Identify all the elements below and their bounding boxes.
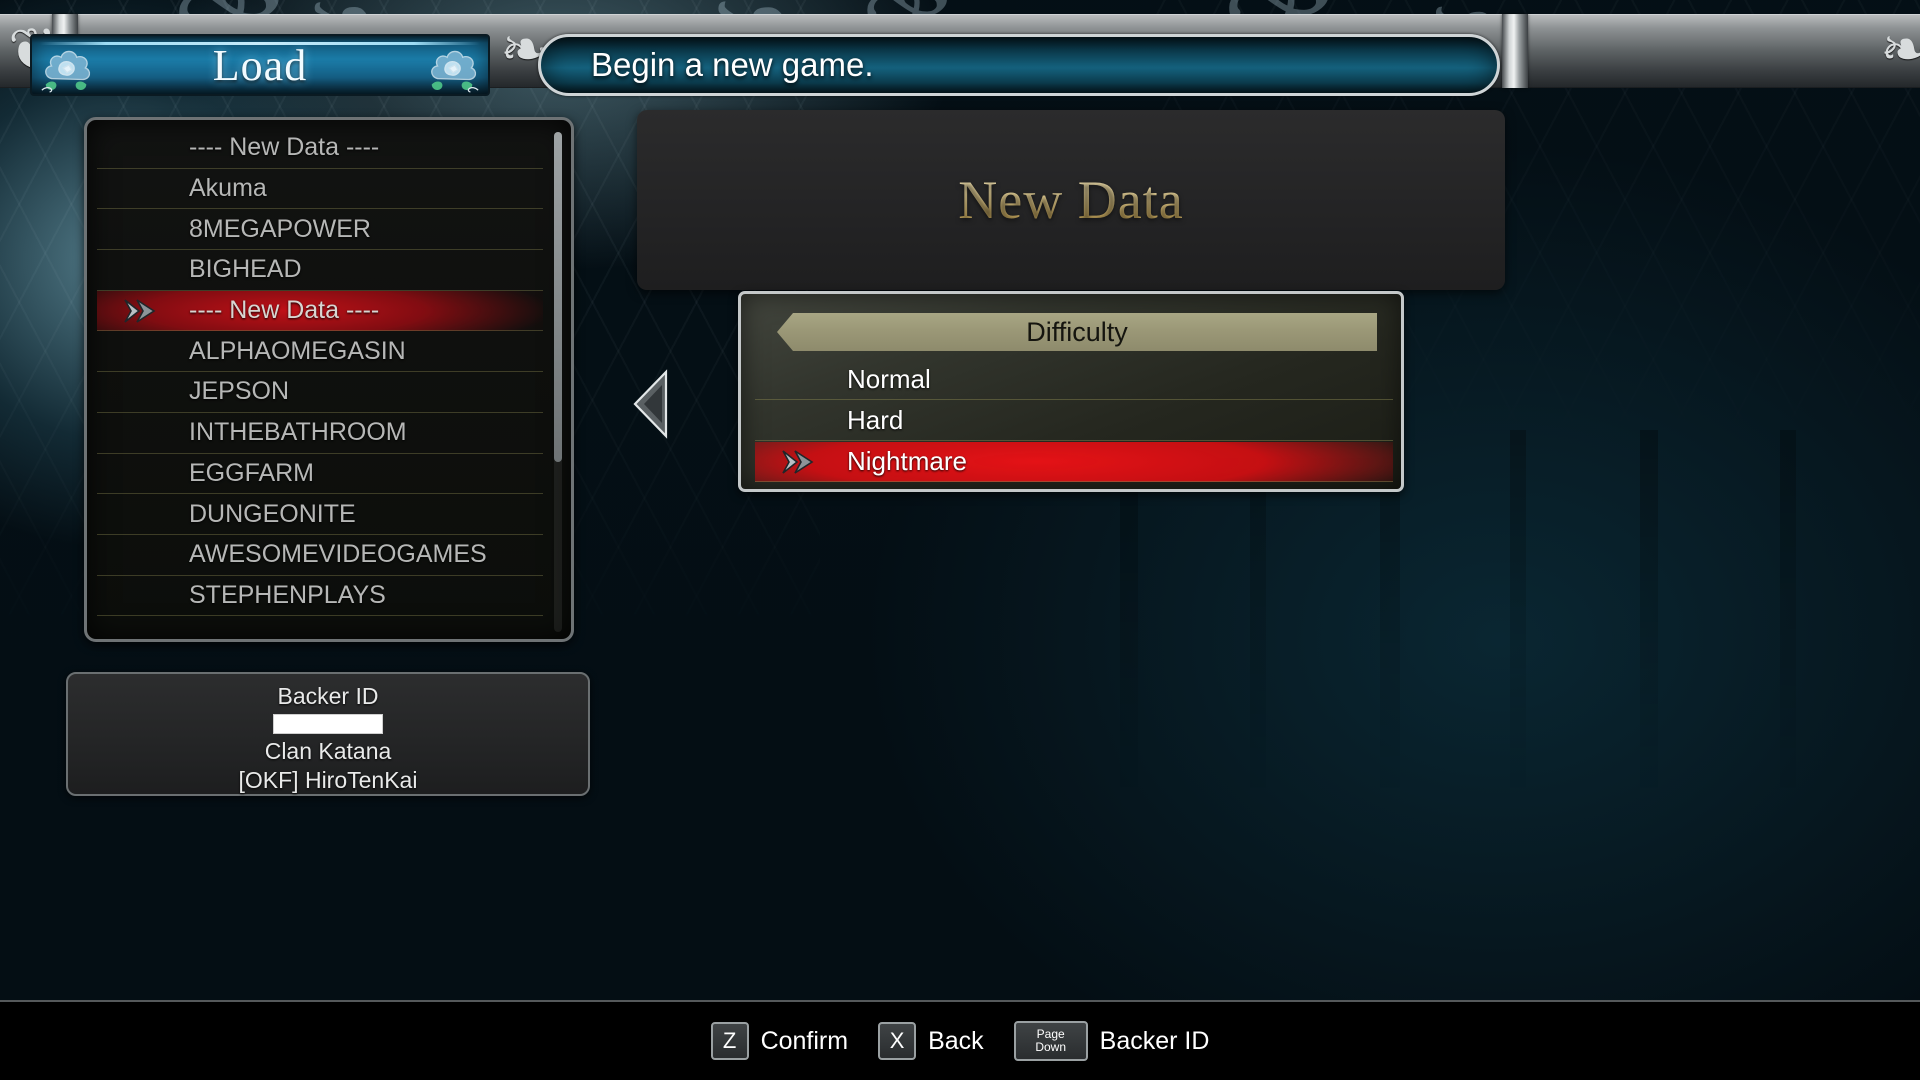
- save-slot-row[interactable]: AWESOMEVIDEOGAMES: [97, 535, 543, 576]
- footer-hint-label: Confirm: [760, 1026, 849, 1055]
- save-list-scrollbar-thumb[interactable]: [554, 132, 562, 462]
- save-slot-row[interactable]: STEPHENPLAYS: [97, 576, 543, 617]
- save-slot-row[interactable]: INTHEBATHROOM: [97, 413, 543, 454]
- key-cap-secondary: Down: [1035, 1040, 1067, 1054]
- save-slot-row[interactable]: BIGHEAD: [97, 250, 543, 291]
- save-slot-row[interactable]: 8MEGAPOWER: [97, 209, 543, 251]
- save-slot-row[interactable]: ---- New Data ----: [97, 128, 543, 169]
- save-list-panel[interactable]: ---- New Data ---- Akuma 8MEGAPOWER BIGHEAD…: [84, 117, 574, 642]
- footer-hint: X Back: [878, 1022, 984, 1060]
- difficulty-option-label: Nightmare: [847, 446, 967, 476]
- key-cap-page[interactable]: Page Down: [1013, 1021, 1088, 1061]
- difficulty-option-hard[interactable]: Hard: [755, 401, 1393, 441]
- rose-ornament-icon: [431, 50, 479, 93]
- backer-name-label: [OKF] HiroTenKai: [238, 767, 418, 793]
- page-title: Load: [212, 40, 308, 90]
- difficulty-option-label: Normal: [847, 364, 931, 394]
- backer-id-input[interactable]: [273, 714, 383, 734]
- save-slot-row[interactable]: JEPSON: [97, 372, 543, 413]
- save-slot-label: AWESOMEVIDEOGAMES: [189, 540, 487, 569]
- chevron-cursor-icon: [124, 298, 156, 323]
- save-slot-label: 8MEGAPOWER: [189, 214, 371, 243]
- page-left-arrow-icon[interactable]: [632, 368, 674, 440]
- save-list[interactable]: ---- New Data ---- Akuma 8MEGAPOWER BIGHEAD…: [97, 128, 543, 633]
- save-slot-label: JEPSON: [189, 377, 290, 406]
- save-slot-label: ALPHAOMEGASIN: [189, 336, 406, 365]
- message-bar: Begin a new game.: [538, 34, 1500, 96]
- detail-title: New Data: [958, 170, 1184, 230]
- message-text: Begin a new game.: [591, 46, 874, 83]
- save-slot-label: INTHEBATHROOM: [189, 418, 407, 447]
- footer-hint: Z Confirm: [710, 1022, 849, 1060]
- save-slot-row[interactable]: Akuma: [97, 169, 543, 210]
- footer-hint-label: Backer ID: [1099, 1026, 1210, 1055]
- key-cap-primary: X: [889, 1028, 905, 1053]
- load-title-banner: Load: [30, 34, 490, 96]
- save-slot-label: ---- New Data ----: [189, 133, 380, 162]
- key-cap-x[interactable]: X: [878, 1022, 917, 1060]
- save-slot-label: BIGHEAD: [189, 255, 302, 284]
- backer-clan-label: Clan Katana: [264, 738, 392, 764]
- save-list-scrollbar[interactable]: [554, 132, 562, 632]
- save-slot-label: DUNGEONITE: [189, 499, 356, 528]
- difficulty-option-label: Hard: [847, 405, 904, 435]
- key-cap-primary: Z: [722, 1028, 737, 1053]
- difficulty-header-label: Difficulty: [1026, 316, 1128, 347]
- save-slot-row[interactable]: EGGFARM: [97, 454, 543, 495]
- scrollwork-ornament-icon: ❧: [1880, 15, 1920, 83]
- top-bar: ❦ ❧ ❧ Load Begin a new game: [0, 14, 1920, 96]
- save-slot-label: Akuma: [189, 174, 267, 203]
- footer-hint: Page Down Backer ID: [1013, 1021, 1210, 1061]
- detail-panel: New Data: [637, 110, 1505, 290]
- key-cap-z[interactable]: Z: [710, 1022, 749, 1060]
- difficulty-panel[interactable]: Difficulty Normal Hard Nightmare: [738, 291, 1404, 492]
- backer-id-label: Backer ID: [277, 683, 379, 709]
- save-slot-row[interactable]: ---- New Data ----: [97, 290, 543, 332]
- scrollwork-ornament-icon: ❧: [500, 15, 549, 83]
- save-slot-row[interactable]: DUNGEONITE: [97, 494, 543, 535]
- save-slot-label: ---- New Data ----: [189, 296, 380, 325]
- difficulty-option-nightmare[interactable]: Nightmare: [755, 442, 1393, 482]
- difficulty-option-normal[interactable]: Normal: [755, 360, 1393, 400]
- footer-hint-bar: Z Confirm X Back Page Down Backer ID: [0, 1000, 1920, 1080]
- footer-hint-label: Back: [928, 1026, 984, 1055]
- metal-column-right: [1502, 14, 1528, 88]
- difficulty-header: Difficulty: [777, 313, 1377, 351]
- backer-id-panel: Backer ID Clan Katana [OKF] HiroTenKai: [66, 672, 590, 796]
- chevron-cursor-icon: [782, 449, 814, 474]
- save-slot-label: EGGFARM: [189, 458, 315, 487]
- save-slot-row[interactable]: ALPHAOMEGASIN: [97, 331, 543, 373]
- save-slot-label: STEPHENPLAYS: [189, 580, 386, 609]
